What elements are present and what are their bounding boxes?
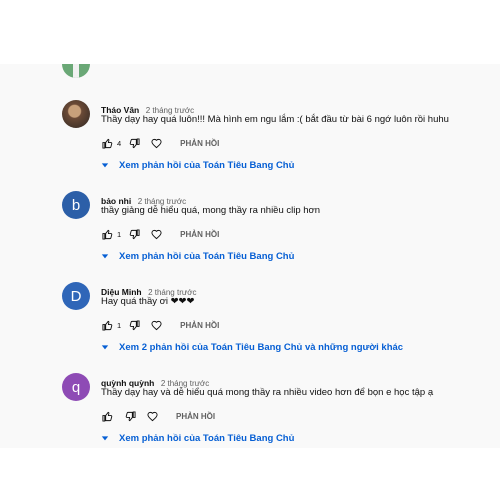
view-replies-label: Xem phản hồi của Toán Tiêu Bang Chủ [119, 432, 295, 444]
thumb-up-icon[interactable] [101, 319, 113, 331]
reply-button[interactable]: PHẢN HỒI [180, 139, 219, 148]
reply-button[interactable]: PHẢN HỒI [180, 230, 219, 239]
thumb-up-icon[interactable] [101, 137, 113, 149]
thumb-down-icon[interactable] [128, 137, 140, 149]
heart-icon[interactable] [150, 137, 162, 149]
reply-button[interactable]: PHẢN HỒI [180, 321, 219, 330]
thumb-up-icon[interactable] [101, 228, 113, 240]
caret-down-icon [99, 250, 111, 262]
avatar[interactable] [62, 64, 90, 78]
avatar[interactable]: q [62, 373, 90, 401]
like-count: 1 [117, 320, 122, 330]
comment-actions: 1 PHẢN HỒI [101, 319, 219, 331]
avatar[interactable]: D [62, 282, 90, 310]
thumb-down-icon[interactable] [128, 228, 140, 240]
thumb-up-icon[interactable] [101, 410, 113, 422]
comment-text: Thầy dạy hay và dễ hiểu quá mong thầy ra… [101, 387, 434, 398]
thumb-down-icon[interactable] [124, 410, 136, 422]
comment-actions: PHẢN HỒI [101, 410, 215, 422]
comment-text: thầy giảng dễ hiểu quá, mong thầy ra nhi… [101, 205, 321, 216]
view-replies-label: Xem 2 phản hồi của Toán Tiêu Bang Chủ và… [119, 341, 404, 353]
caret-down-icon [99, 341, 111, 353]
view-replies-button[interactable]: Xem phản hồi của Toán Tiêu Bang Chủ [99, 432, 294, 444]
heart-icon[interactable] [146, 410, 158, 422]
thumb-down-icon[interactable] [128, 319, 140, 331]
view-replies-label: Xem phản hồi của Toán Tiêu Bang Chủ [119, 159, 295, 171]
heart-icon[interactable] [150, 319, 162, 331]
comments-panel: Tháo Vân 2 tháng trước Thầy dạy hay quá … [0, 64, 500, 448]
reply-button[interactable]: PHẢN HỒI [176, 412, 215, 421]
comment-actions: 1 PHẢN HỒI [101, 228, 219, 240]
comment-text: Thầy dạy hay quá luôn!!! Mà hình em ngu … [101, 114, 449, 125]
view-replies-button[interactable]: Xem 2 phản hồi của Toán Tiêu Bang Chủ và… [99, 341, 403, 353]
view-replies-label: Xem phản hồi của Toán Tiêu Bang Chủ [119, 250, 295, 262]
comment-text: Hay quá thầy ơi ❤❤❤ [101, 296, 195, 307]
avatar[interactable] [62, 100, 90, 128]
like-count: 1 [117, 229, 122, 239]
view-replies-button[interactable]: Xem phản hồi của Toán Tiêu Bang Chủ [99, 159, 294, 171]
like-count: 4 [117, 138, 122, 148]
heart-icon[interactable] [150, 228, 162, 240]
comment-actions: 4 PHẢN HỒI [101, 137, 219, 149]
caret-down-icon [99, 159, 111, 171]
avatar[interactable]: b [62, 191, 90, 219]
caret-down-icon [99, 432, 111, 444]
view-replies-button[interactable]: Xem phản hồi của Toán Tiêu Bang Chủ [99, 250, 294, 262]
